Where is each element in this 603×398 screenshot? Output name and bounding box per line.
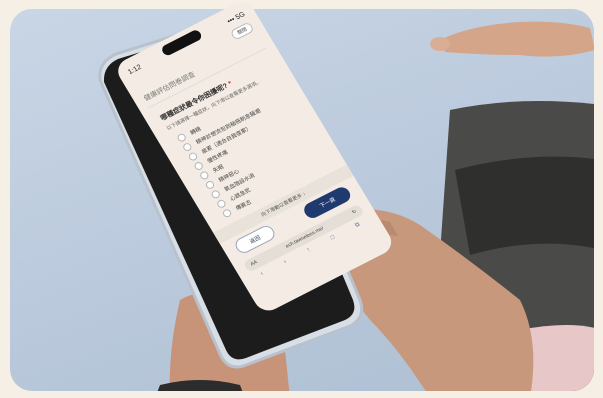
forward-icon[interactable]: › [283,259,288,266]
share-icon[interactable]: ↑ [306,247,312,254]
tabs-icon[interactable]: ⧉ [354,222,361,230]
required-mark: * [227,80,234,88]
pointing-hand [440,21,594,57]
chair-armrest [455,156,594,255]
pointing-fingertip [430,37,450,51]
radio-icon[interactable] [221,207,233,219]
aa-button[interactable]: AA [250,259,259,267]
bookmarks-icon[interactable]: □ [330,235,337,243]
reload-icon[interactable]: ↻ [351,209,358,216]
back-icon[interactable]: ‹ [260,271,265,278]
